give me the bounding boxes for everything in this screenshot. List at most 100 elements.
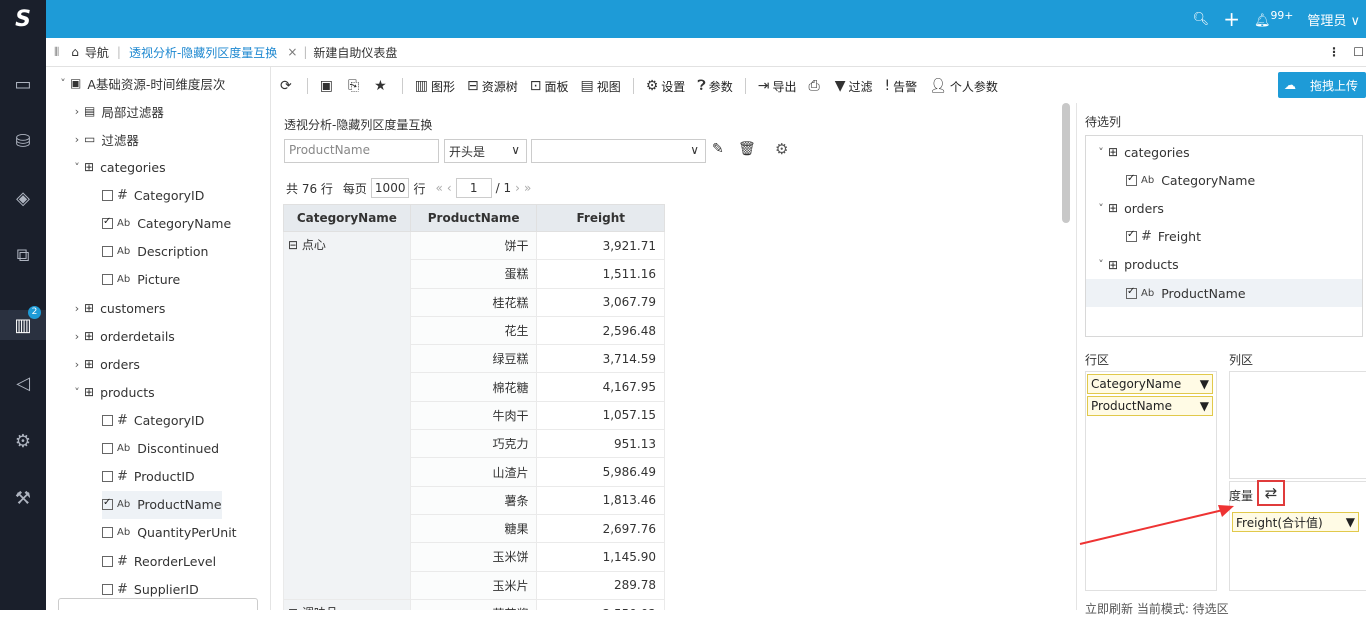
chevron-down-icon[interactable]: ˅: [1094, 146, 1108, 159]
tree-field-picture[interactable]: Ab Picture: [102, 266, 180, 294]
checkbox[interactable]: [1126, 173, 1137, 186]
tree-orders[interactable]: › ⊞ orders: [70, 350, 140, 378]
chevron-down-icon[interactable]: ˅: [1094, 202, 1108, 215]
params-button[interactable]: ❓︎ 参数: [697, 78, 732, 95]
first-page-icon[interactable]: «: [435, 181, 442, 195]
home-icon[interactable]: ⌂: [71, 45, 79, 59]
chevron-right-icon[interactable]: ›: [70, 358, 84, 371]
star-icon[interactable]: ★: [374, 78, 390, 94]
filter-button[interactable]: ▼ 过滤: [835, 78, 873, 95]
tree-search-input[interactable]: [58, 598, 258, 610]
monitor-icon[interactable]: ▭: [0, 69, 46, 99]
header-categoryname[interactable]: CategoryName: [283, 204, 411, 232]
database-icon[interactable]: ⛁: [0, 126, 46, 156]
checkbox[interactable]: [102, 583, 113, 595]
app-logo[interactable]: S: [0, 0, 46, 38]
tab-nav[interactable]: 导航: [85, 44, 109, 61]
search-icon[interactable]: 🔍︎: [1193, 12, 1210, 27]
filter-field-input[interactable]: ProductName: [284, 139, 439, 163]
drag-upload-button[interactable]: ☁ 拖拽上传: [1277, 72, 1366, 98]
tree-filter[interactable]: › ▭ 过滤器: [70, 125, 139, 153]
next-page-icon[interactable]: ›: [515, 181, 520, 195]
chevron-down-icon[interactable]: ˅: [70, 386, 84, 399]
close-icon[interactable]: ×: [287, 45, 297, 59]
print-icon[interactable]: ⎙: [809, 78, 823, 94]
tree-field-quantityperunit[interactable]: Ab QuantityPerUnit: [102, 519, 237, 547]
pending-field-categoryname[interactable]: Ab CategoryName: [1086, 166, 1362, 194]
chevron-down-icon[interactable]: ˅: [1094, 258, 1108, 271]
per-page-input[interactable]: 1000: [370, 178, 410, 198]
measure-pill-freight[interactable]: Freight(合计值) ▼: [1232, 512, 1359, 532]
add-icon[interactable]: +: [1223, 7, 1240, 31]
tree-field-description[interactable]: Ab Description: [102, 237, 208, 265]
swap-icon[interactable]: ⇄: [1257, 480, 1285, 506]
tree-field-reorderlevel[interactable]: # ReorderLevel: [102, 547, 216, 575]
checkbox[interactable]: [102, 245, 113, 257]
save-as-icon[interactable]: ⎘: [348, 78, 362, 94]
chevron-down-icon[interactable]: ˅: [70, 161, 84, 174]
tab-pivot[interactable]: 透视分析-隐藏列区度量互换: [129, 44, 277, 61]
page-input[interactable]: 1: [455, 178, 492, 198]
pending-table-products[interactable]: ˅ ⊞ products: [1094, 251, 1366, 279]
category-cell[interactable]: ⊟ 点心: [283, 231, 411, 600]
cube-icon[interactable]: ◈: [0, 183, 46, 213]
trash-icon[interactable]: 🗑︎: [738, 141, 756, 157]
chevron-down-icon[interactable]: ˅: [56, 77, 70, 90]
last-page-icon[interactable]: »: [524, 181, 531, 195]
checkbox[interactable]: [102, 189, 113, 201]
tree-field-categoryid[interactable]: # CategoryID: [102, 406, 204, 434]
checkbox[interactable]: [102, 274, 113, 286]
tree-root[interactable]: ˅ ▣ A基础资源-时间维度层次: [56, 69, 225, 97]
col-zone[interactable]: [1229, 371, 1366, 479]
caret-down-icon[interactable]: ▼: [1200, 377, 1209, 391]
tree-local-filter[interactable]: › ▤ 局部过滤器: [70, 97, 164, 125]
chevron-right-icon[interactable]: ›: [70, 133, 84, 146]
pending-field-freight[interactable]: # Freight: [1086, 223, 1362, 251]
tree-field-categoryname[interactable]: Ab CategoryName: [102, 209, 231, 237]
tree-field-productid[interactable]: # ProductID: [102, 462, 195, 490]
tools-icon[interactable]: ⚒: [0, 483, 46, 513]
checkbox[interactable]: [102, 216, 113, 229]
checkbox[interactable]: [102, 414, 113, 426]
tree-field-productname[interactable]: Ab ProductName: [102, 490, 222, 519]
checkbox[interactable]: [1126, 286, 1137, 299]
chevron-right-icon[interactable]: ›: [70, 330, 84, 343]
header-productname[interactable]: ProductName: [409, 204, 538, 232]
checkbox[interactable]: [102, 555, 113, 567]
chevron-right-icon[interactable]: ›: [70, 105, 84, 118]
analysis-icon[interactable]: ▥ 2: [0, 306, 46, 340]
pending-table-categories[interactable]: ˅ ⊞ categories: [1094, 138, 1366, 166]
filter-operator-select[interactable]: 开头是 ∨: [444, 139, 527, 163]
send-icon[interactable]: ◁: [0, 368, 46, 398]
scrollbar[interactable]: [1062, 103, 1070, 223]
checkbox[interactable]: [102, 442, 113, 454]
filter-value-select[interactable]: ∨: [531, 139, 706, 163]
personal-button[interactable]: 👤︎ 个人参数: [929, 78, 998, 95]
tree-field-categoryid[interactable]: # CategoryID: [102, 181, 204, 209]
row-pill-categoryname[interactable]: CategoryName ▼: [1087, 374, 1213, 394]
tree-orderdetails[interactable]: › ⊞ orderdetails: [70, 322, 175, 350]
menu-icon[interactable]: ⦀: [54, 45, 59, 60]
graph-button[interactable]: ▥ 图形: [415, 78, 455, 95]
header-freight[interactable]: Freight: [536, 204, 665, 232]
checkbox[interactable]: [102, 497, 113, 511]
gear-icon[interactable]: ⚙: [775, 140, 788, 158]
refresh-icon[interactable]: ⟳: [280, 78, 295, 94]
tree-categories[interactable]: ˅ ⊞ categories: [70, 153, 165, 181]
restree-button[interactable]: ⊟ 资源树: [467, 78, 518, 95]
checkbox[interactable]: [102, 527, 113, 539]
export-button[interactable]: ⇥ 导出: [758, 78, 797, 95]
edit-icon[interactable]: ✎: [712, 141, 724, 157]
alert-button[interactable]: ! 告警: [885, 78, 918, 95]
pending-field-productname[interactable]: Ab ProductName: [1086, 279, 1362, 307]
checkbox[interactable]: [102, 470, 113, 482]
caret-down-icon[interactable]: ▼: [1346, 515, 1355, 529]
checkbox[interactable]: [1126, 229, 1137, 243]
row-pill-productname[interactable]: ProductName ▼: [1087, 396, 1213, 416]
tree-customers[interactable]: › ⊞ customers: [70, 294, 166, 322]
pending-table-orders[interactable]: ˅ ⊞ orders: [1094, 194, 1366, 222]
window-icon[interactable]: ☐: [1353, 45, 1364, 59]
tree-field-discontinued[interactable]: Ab Discontinued: [102, 434, 219, 462]
prev-page-icon[interactable]: ‹: [447, 181, 452, 195]
caret-down-icon[interactable]: ▼: [1200, 399, 1209, 413]
